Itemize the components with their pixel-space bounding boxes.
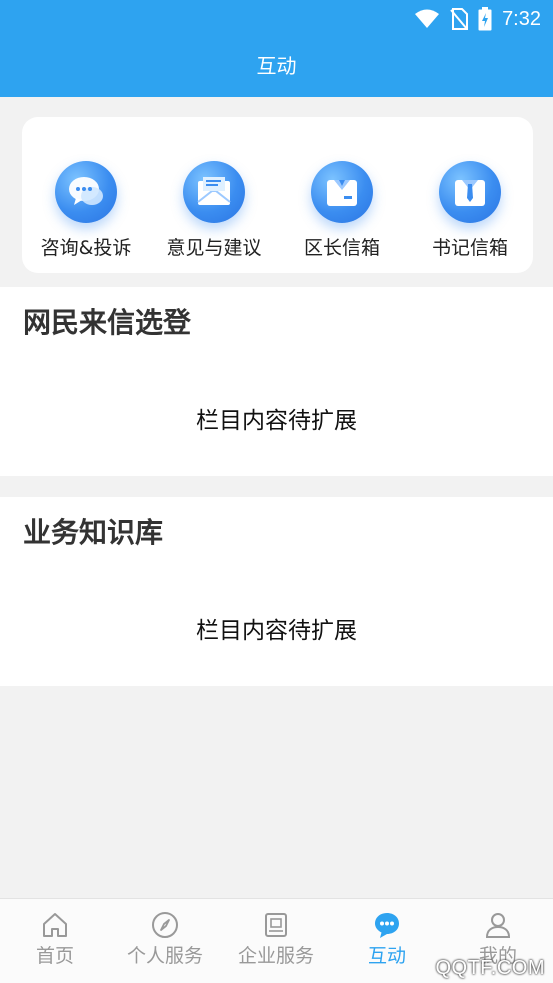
nav-label: 首页 (35, 945, 74, 967)
battery-charging-icon (478, 7, 492, 31)
section-knowledge-base: 业务知识库 栏目内容待扩展 (0, 497, 553, 686)
nav-item-interaction[interactable]: 互动 (332, 899, 442, 983)
quick-action-label: 意见与建议 (166, 237, 262, 259)
section-title: 业务知识库 (23, 516, 164, 549)
status-time: 7:32 (502, 7, 541, 30)
watermark: QQTF.COM (435, 957, 545, 979)
section-placeholder: 栏目内容待扩展 (196, 618, 357, 644)
suit-icon (311, 161, 373, 223)
no-sim-icon (450, 8, 469, 30)
chat-dots-icon (375, 913, 399, 938)
app-screen: 7:32 互动 咨询&投诉 意见与建议 区长信箱 书记信箱 网民来信选登 栏目内… (0, 0, 553, 983)
home-icon (43, 913, 67, 937)
status-bar: 7:32 (0, 0, 553, 38)
briefcase-book-icon (265, 913, 287, 937)
nav-item-home[interactable]: 首页 (0, 899, 110, 983)
bottom-nav: 首页 个人服务 企业服务 互动 我的 QQTF.COM (0, 898, 553, 983)
compass-icon (152, 912, 178, 938)
quick-action-district-mailbox[interactable]: 区长信箱 (278, 161, 406, 261)
quick-action-consult-complaint[interactable]: 咨询&投诉 (22, 161, 150, 261)
quick-action-label: 区长信箱 (303, 237, 380, 259)
user-icon (485, 913, 511, 938)
nav-label: 个人服务 (126, 945, 203, 967)
section-placeholder: 栏目内容待扩展 (196, 408, 357, 434)
status-icons: 7:32 (414, 6, 541, 32)
section-title: 网民来信选登 (23, 306, 192, 339)
top-bar: 7:32 互动 (0, 0, 553, 97)
wifi-icon (415, 9, 440, 28)
quick-action-label: 书记信箱 (431, 237, 508, 259)
quick-action-suggestion[interactable]: 意见与建议 (150, 161, 278, 261)
envelope-icon (183, 161, 245, 223)
nav-item-personal-services[interactable]: 个人服务 (110, 899, 220, 983)
section-letters: 网民来信选登 栏目内容待扩展 (0, 287, 553, 476)
quick-actions-card: 咨询&投诉 意见与建议 区长信箱 书记信箱 (22, 117, 533, 273)
quick-action-label: 咨询&投诉 (40, 237, 132, 259)
nav-label: 企业服务 (237, 945, 314, 967)
quick-action-secretary-mailbox[interactable]: 书记信箱 (406, 161, 534, 261)
suit-tie-icon (439, 161, 501, 223)
nav-label: 互动 (367, 945, 406, 967)
chat-bubbles-icon (55, 161, 117, 223)
nav-item-enterprise-services[interactable]: 企业服务 (221, 899, 331, 983)
page-title: 互动 (256, 54, 297, 78)
